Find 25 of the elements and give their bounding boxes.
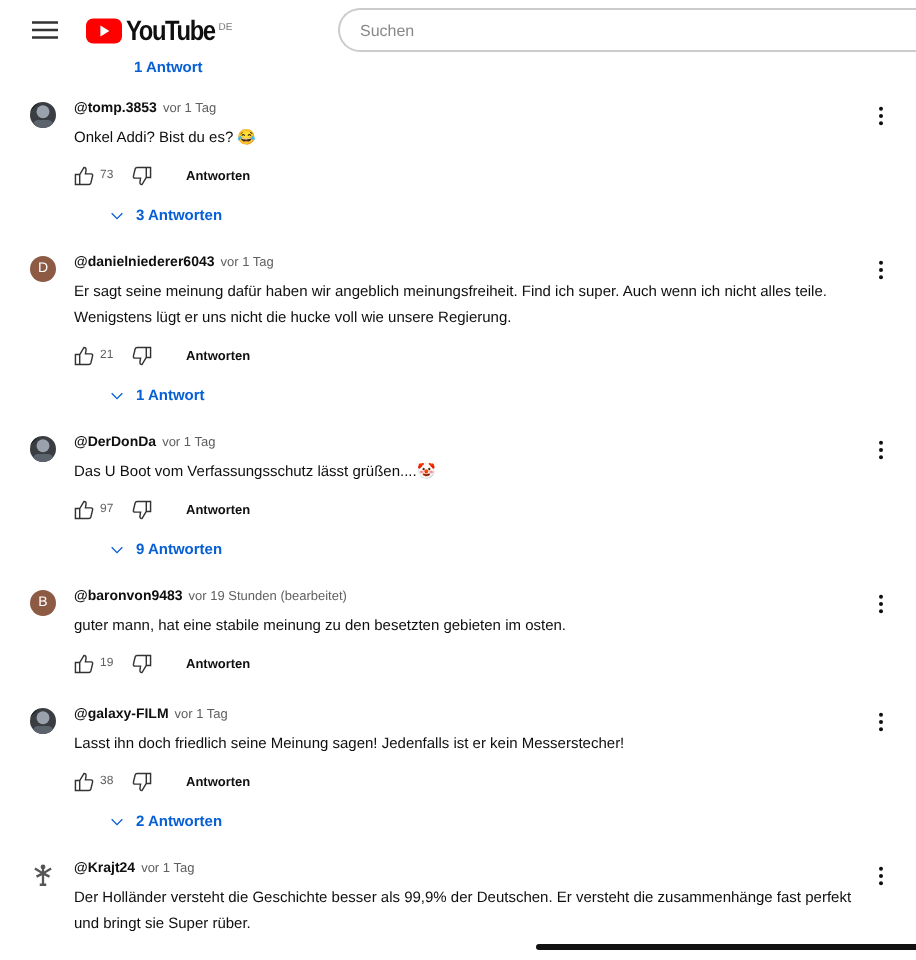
- more-options-icon[interactable]: [878, 712, 884, 732]
- chevron-down-icon[interactable]: [110, 545, 124, 553]
- menu-icon[interactable]: [32, 20, 58, 40]
- thumbs-down-icon[interactable]: [132, 346, 152, 366]
- thumbs-down-icon[interactable]: [132, 500, 152, 520]
- more-options-icon[interactable]: [878, 866, 884, 886]
- more-options-icon[interactable]: [878, 594, 884, 614]
- figure-icon: [30, 862, 56, 888]
- thumbs-up-icon[interactable]: [74, 654, 94, 674]
- logo-text[interactable]: YouTube: [126, 14, 215, 46]
- more-options-icon[interactable]: [878, 106, 884, 126]
- thumbs-up-icon[interactable]: [74, 346, 94, 366]
- thumbs-down-icon[interactable]: [132, 772, 152, 792]
- search-field[interactable]: Suchen: [338, 8, 916, 52]
- more-options-icon[interactable]: [878, 260, 884, 280]
- chevron-down-icon[interactable]: [110, 817, 124, 825]
- chevron-down-icon[interactable]: [110, 391, 124, 399]
- thumbs-down-icon[interactable]: [132, 654, 152, 674]
- thumbs-up-icon[interactable]: [74, 166, 94, 186]
- thumbs-up-icon[interactable]: [74, 500, 94, 520]
- thumbs-down-icon[interactable]: [132, 166, 152, 186]
- play-logo-icon: [86, 17, 122, 43]
- chevron-down-icon[interactable]: [110, 211, 124, 219]
- thumbs-up-icon[interactable]: [74, 772, 94, 792]
- more-options-icon[interactable]: [878, 440, 884, 460]
